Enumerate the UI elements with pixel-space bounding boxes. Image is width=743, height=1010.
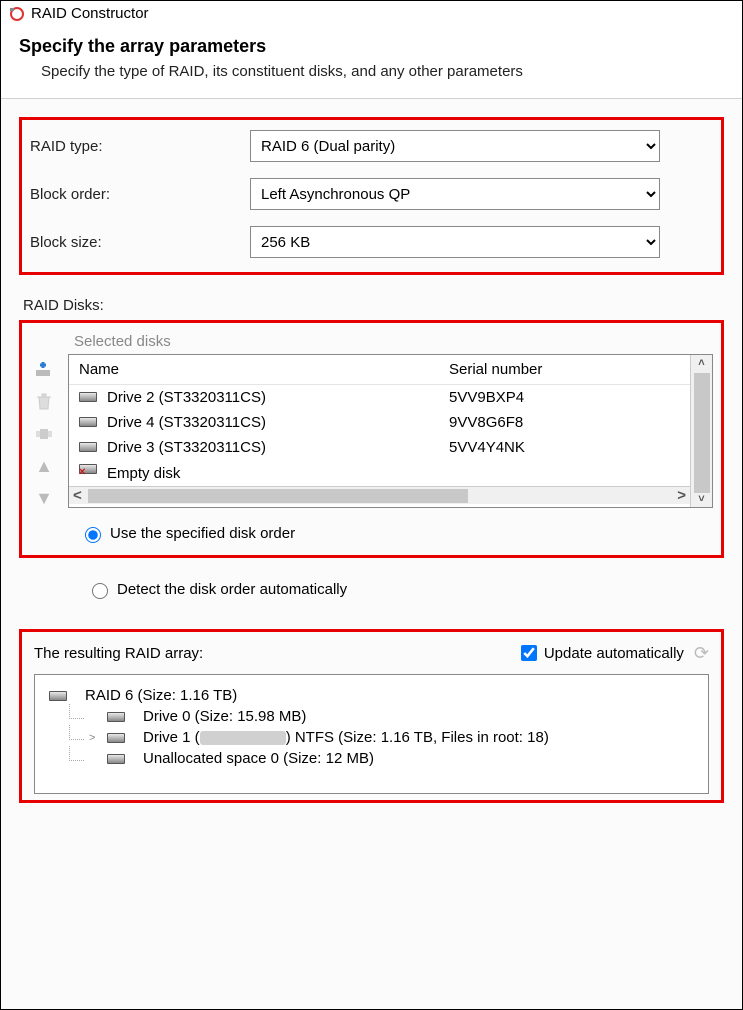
drive-icon: [79, 392, 97, 402]
key-button[interactable]: [33, 424, 55, 444]
window-title: RAID Constructor: [31, 5, 149, 22]
horizontal-scrollbar[interactable]: <>: [69, 486, 690, 504]
table-row[interactable]: Drive 2 (ST3320311CS)5VV9BXP4: [69, 385, 690, 410]
block-size-label: Block size:: [30, 234, 250, 251]
header: Specify the array parameters Specify the…: [1, 26, 742, 99]
update-auto-label: Update automatically: [544, 645, 684, 662]
redacted-text: [200, 731, 286, 745]
selected-disks-label: Selected disks: [74, 333, 713, 350]
radio-detect-label: Detect the disk order automatically: [117, 581, 347, 598]
drive-icon: [79, 464, 97, 474]
tree-child[interactable]: Drive 0 (Size: 15.98 MB): [49, 706, 694, 727]
tree-child[interactable]: Unallocated space 0 (Size: 12 MB): [49, 748, 694, 769]
tree-root[interactable]: RAID 6 (Size: 1.16 TB): [49, 685, 694, 706]
column-name[interactable]: Name: [79, 361, 449, 378]
radio-specified-order[interactable]: [85, 527, 101, 543]
drive-icon: [79, 442, 97, 452]
drive-icon: [79, 417, 97, 427]
page-title: Specify the array parameters: [19, 36, 724, 57]
app-icon: [9, 6, 25, 22]
raid-type-label: RAID type:: [30, 138, 250, 155]
delete-disk-button[interactable]: [33, 392, 55, 412]
block-size-select[interactable]: 256 KB: [250, 226, 660, 258]
radio-detect-order[interactable]: [92, 583, 108, 599]
table-row[interactable]: Drive 3 (ST3320311CS)5VV4Y4NK: [69, 435, 690, 460]
drive-icon: [107, 712, 125, 722]
radio-specified-label: Use the specified disk order: [110, 525, 295, 542]
block-order-select[interactable]: Left Asynchronous QP: [250, 178, 660, 210]
move-down-button[interactable]: ▼: [33, 488, 55, 508]
result-tree: RAID 6 (Size: 1.16 TB) Drive 0 (Size: 15…: [34, 674, 709, 794]
raid-type-select[interactable]: RAID 6 (Dual parity): [250, 130, 660, 162]
drive-icon: [49, 691, 67, 701]
result-group: The resulting RAID array: Update automat…: [19, 629, 724, 803]
expander-icon[interactable]: >: [89, 732, 99, 744]
titlebar: RAID Constructor: [1, 1, 742, 26]
update-auto-checkbox[interactable]: [521, 645, 537, 661]
move-up-button[interactable]: ▲: [33, 456, 55, 476]
raid-disks-label: RAID Disks:: [23, 297, 724, 314]
page-subtitle: Specify the type of RAID, its constituen…: [41, 63, 724, 80]
parameters-group: RAID type: RAID 6 (Dual parity) Block or…: [19, 117, 724, 275]
refresh-icon[interactable]: ⟳: [694, 643, 709, 664]
raid-disks-group: Selected disks ▲ ▼ Name Serial number: [19, 320, 724, 558]
tree-child[interactable]: >Drive 1 () NTFS (Size: 1.16 TB, Files i…: [49, 727, 694, 748]
disk-table: Name Serial number Drive 2 (ST3320311CS)…: [68, 354, 713, 508]
drive-icon: [107, 733, 125, 743]
add-disk-button[interactable]: [33, 360, 55, 380]
table-row[interactable]: Empty disk: [69, 460, 690, 486]
drive-icon: [107, 754, 125, 764]
vertical-scrollbar[interactable]: ˄ ˅: [690, 355, 712, 507]
table-row[interactable]: Drive 4 (ST3320311CS)9VV8G6F8: [69, 410, 690, 435]
block-order-label: Block order:: [30, 186, 250, 203]
result-label: The resulting RAID array:: [34, 645, 203, 662]
column-serial[interactable]: Serial number: [449, 361, 680, 378]
